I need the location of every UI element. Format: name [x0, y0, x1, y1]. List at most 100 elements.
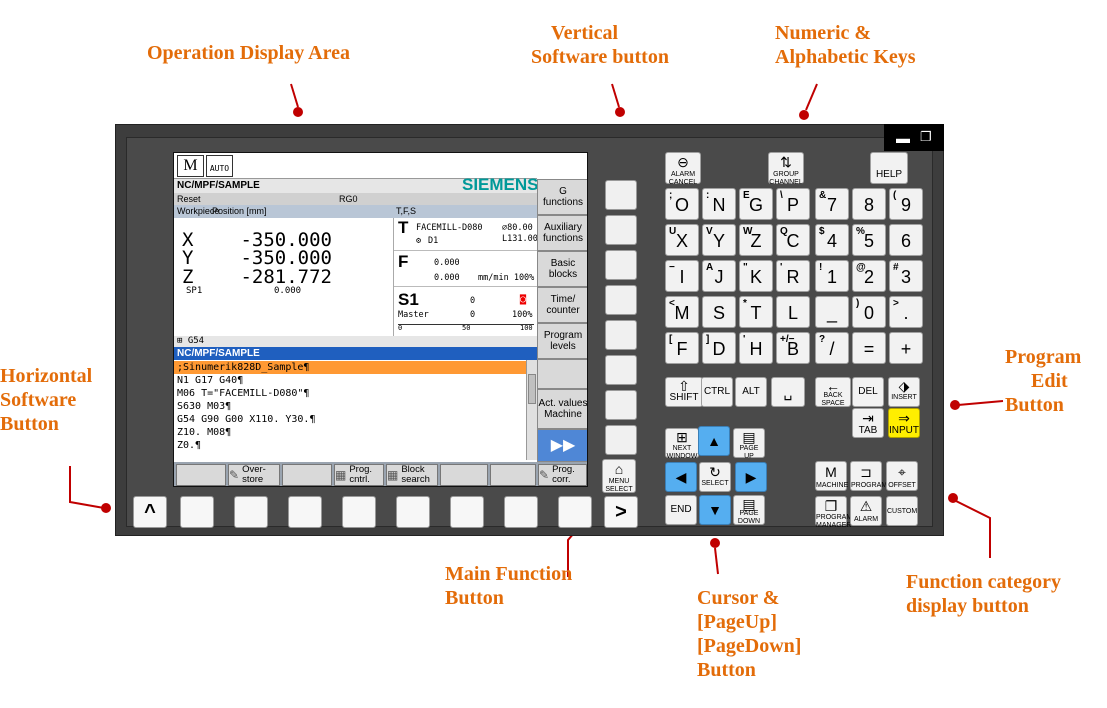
code-line[interactable]: N1 G17 G40¶: [177, 374, 243, 387]
next-window-key[interactable]: ⊞ NEXT WINDOW: [665, 428, 699, 460]
alpha-key[interactable]: AJ: [702, 260, 736, 292]
h-softkey-prog-corr[interactable]: ✎ Prog. corr.: [538, 464, 587, 486]
numeric-key[interactable]: #3: [889, 260, 923, 292]
minimize-icon[interactable]: ▬: [896, 130, 910, 146]
h-softkey-prog-cntrl[interactable]: ▦ Prog. cntrl.: [334, 464, 384, 486]
end-key[interactable]: END: [665, 495, 697, 525]
h-softkey-3[interactable]: [282, 464, 332, 486]
tab-key[interactable]: ⇥ TAB: [852, 408, 884, 438]
softkey-next-page[interactable]: ▶▶: [537, 429, 587, 462]
editor-scrollbar[interactable]: [526, 360, 537, 460]
insert-key[interactable]: ⬗ INSERT: [888, 377, 920, 407]
numeric-key[interactable]: ? /: [815, 332, 849, 364]
alpha-key[interactable]: − I: [665, 260, 699, 292]
cursor-up-key[interactable]: ▲: [698, 426, 730, 456]
backspace-key[interactable]: ← BACK SPACE: [815, 377, 851, 407]
program-key[interactable]: ⊐ PROGRAM: [850, 461, 887, 491]
input-key[interactable]: ⇒ INPUT: [888, 408, 920, 438]
alpha-key[interactable]: QC: [776, 224, 810, 256]
alt-key[interactable]: ALT: [735, 377, 767, 407]
alpha-key[interactable]: ; O: [665, 188, 699, 220]
horizontal-right-button[interactable]: >: [604, 496, 638, 528]
vertical-button-2[interactable]: [605, 215, 637, 245]
alpha-key[interactable]: ] D: [702, 332, 736, 364]
alpha-key[interactable]: < M: [665, 296, 699, 328]
page-up-key[interactable]: ▤ PAGE UP: [733, 428, 765, 460]
group-channel-key[interactable]: ⇅ GROUP CHANNEL: [768, 152, 804, 186]
program-editor[interactable]: ;Sinumerik828D_Sample¶ N1 G17 G40¶ M06 T…: [174, 360, 526, 452]
alpha-key[interactable]: UX: [665, 224, 699, 256]
ctrl-key[interactable]: CTRL: [701, 377, 733, 407]
cursor-left-key[interactable]: ◀: [665, 462, 697, 492]
vertical-button-5[interactable]: [605, 320, 637, 350]
code-line[interactable]: G54 G90 G00 X110. Y30.¶: [177, 413, 315, 426]
numeric-key[interactable]: 6: [889, 224, 923, 256]
alpha-key[interactable]: \ P: [776, 188, 810, 220]
alpha-key[interactable]: VY: [702, 224, 736, 256]
horizontal-button-4[interactable]: [342, 496, 376, 528]
softkey-empty[interactable]: [537, 359, 587, 389]
numeric-key[interactable]: % 5: [852, 224, 886, 256]
h-softkey-7[interactable]: [490, 464, 536, 486]
restore-icon[interactable]: ❐: [920, 129, 932, 145]
numeric-key[interactable]: >.: [889, 296, 923, 328]
code-line[interactable]: Z10. M08¶: [177, 426, 231, 439]
alpha-key[interactable]: :N: [702, 188, 736, 220]
alpha-key[interactable]: +/− B: [776, 332, 810, 364]
numeric-key[interactable]: =: [852, 332, 886, 364]
h-softkey-6[interactable]: [440, 464, 488, 486]
horizontal-button-5[interactable]: [396, 496, 430, 528]
numeric-key[interactable]: $4: [815, 224, 849, 256]
vertical-button-1[interactable]: [605, 180, 637, 210]
code-line[interactable]: M06 T="FACEMILL-D080"¶: [177, 387, 309, 400]
scrollbar-thumb[interactable]: [528, 374, 536, 404]
h-softkey-overstore[interactable]: ✎ Over- store: [228, 464, 280, 486]
alpha-key[interactable]: L: [776, 296, 810, 328]
horizontal-button-2[interactable]: [234, 496, 268, 528]
numeric-key[interactable]: ! 1: [815, 260, 849, 292]
cursor-down-key[interactable]: ▼: [699, 495, 731, 525]
alpha-key[interactable]: S: [702, 296, 736, 328]
numeric-key[interactable]: (9: [889, 188, 923, 220]
h-softkey-1[interactable]: [176, 464, 226, 486]
horizontal-button-3[interactable]: [288, 496, 322, 528]
delete-key[interactable]: DEL: [852, 377, 884, 407]
softkey-act-values-machine[interactable]: Act. values Machine: [537, 389, 587, 429]
numeric-key[interactable]: ) 0: [852, 296, 886, 328]
alpha-key[interactable]: " K: [739, 260, 773, 292]
menu-select-button[interactable]: ⌂ MENU SELECT: [602, 459, 636, 493]
vertical-button-6[interactable]: [605, 355, 637, 385]
alpha-key[interactable]: WZ: [739, 224, 773, 256]
alpha-key[interactable]: * T: [739, 296, 773, 328]
offset-key[interactable]: ⌖ OFFSET: [886, 461, 918, 491]
vertical-button-3[interactable]: [605, 250, 637, 280]
alpha-key[interactable]: [F: [665, 332, 699, 364]
program-manager-key[interactable]: ❐ PROGRAM MANAGER: [815, 496, 852, 529]
horizontal-button-6[interactable]: [450, 496, 484, 528]
code-line[interactable]: S630 M03¶: [177, 400, 231, 413]
machine-key[interactable]: M MACHINE: [815, 461, 848, 491]
numeric-key[interactable]: _: [815, 296, 849, 328]
custom-key[interactable]: CUSTOM: [886, 496, 918, 526]
horizontal-button-1[interactable]: [180, 496, 214, 528]
help-key[interactable]: HELP: [870, 152, 908, 184]
vertical-button-4[interactable]: [605, 285, 637, 315]
horizontal-button-7[interactable]: [504, 496, 538, 528]
alpha-key[interactable]: ' H: [739, 332, 773, 364]
softkey-basic-blocks[interactable]: Basic blocks: [537, 251, 587, 287]
vertical-button-8[interactable]: [605, 425, 637, 455]
code-line[interactable]: Z0.¶: [177, 439, 201, 452]
numeric-key[interactable]: & 7: [815, 188, 849, 220]
softkey-program-levels[interactable]: Program levels: [537, 323, 587, 359]
space-key[interactable]: ␣: [771, 377, 805, 407]
vertical-button-7[interactable]: [605, 390, 637, 420]
alpha-key[interactable]: ' R: [776, 260, 810, 292]
code-line[interactable]: ;Sinumerik828D_Sample¶: [174, 361, 526, 374]
h-softkey-block-search[interactable]: ▦ Block search: [386, 464, 438, 486]
select-key[interactable]: ↻ SELECT: [699, 462, 731, 492]
softkey-time-counter[interactable]: Time/ counter: [537, 287, 587, 323]
page-down-key[interactable]: ▤ PAGE DOWN: [733, 495, 765, 525]
cursor-right-key[interactable]: ▶: [735, 462, 767, 492]
horizontal-button-8[interactable]: [558, 496, 592, 528]
softkey-auxiliary-functions[interactable]: Auxiliary functions: [537, 215, 587, 251]
